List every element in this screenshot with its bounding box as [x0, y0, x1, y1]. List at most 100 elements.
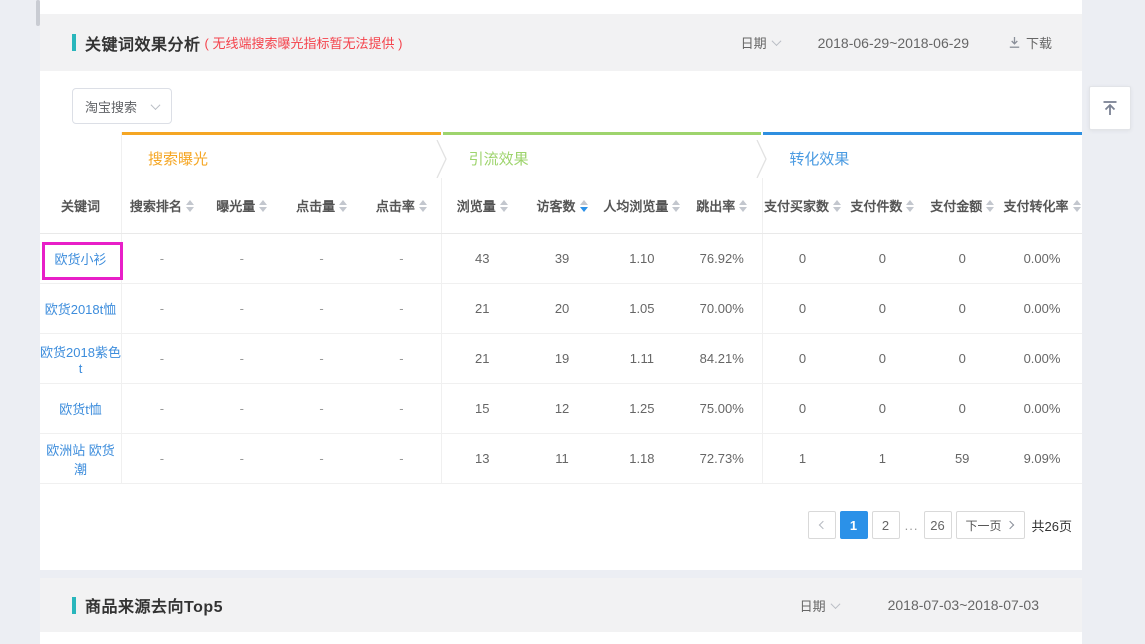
- column-header-搜索排名[interactable]: 搜索排名: [122, 178, 202, 233]
- table-cell: 43: [442, 234, 522, 283]
- keyword-link[interactable]: 欧货2018紫色t: [40, 334, 122, 383]
- table-cell: -: [122, 234, 202, 283]
- date-filter[interactable]: 日期: [800, 596, 839, 615]
- sort-asc-icon: [419, 200, 427, 205]
- sort-carets-icon[interactable]: [580, 200, 588, 212]
- table-cell: 0: [842, 334, 922, 383]
- total-pages-label: 共26页: [1032, 516, 1072, 535]
- column-header-label: 曝光量: [216, 196, 255, 215]
- search-channel-dropdown[interactable]: 淘宝搜索: [72, 88, 172, 124]
- sort-asc-icon: [580, 200, 588, 205]
- table-cell: 0.00%: [1002, 384, 1082, 433]
- column-header-支付金额[interactable]: 支付金额: [922, 178, 1002, 233]
- keyword-analysis-header: 关键词效果分析 ( 无线端搜索曝光指标暂无法提供 ) 日期 2018-06-29…: [40, 14, 1082, 71]
- column-header-label: 跳出率: [696, 196, 735, 215]
- column-header-跳出率[interactable]: 跳出率: [682, 178, 763, 233]
- sort-carets-icon[interactable]: [259, 200, 267, 212]
- chevron-left-icon: [819, 521, 827, 529]
- column-header-label: 支付转化率: [1004, 196, 1069, 215]
- keyword-link[interactable]: 欧货2018t恤: [40, 284, 122, 333]
- column-header-label: 支付件数: [850, 196, 902, 215]
- sort-asc-icon: [339, 200, 347, 205]
- sort-carets-icon[interactable]: [739, 200, 747, 212]
- column-header-支付转化率[interactable]: 支付转化率: [1002, 178, 1082, 233]
- column-header-支付件数[interactable]: 支付件数: [842, 178, 922, 233]
- sort-desc-icon: [1073, 207, 1081, 212]
- section-note: ( 无线端搜索曝光指标暂无法提供 ): [205, 33, 403, 52]
- table-cell: -: [202, 234, 282, 283]
- sort-desc-icon: [500, 207, 508, 212]
- table-row: 欧货2018紫色t----21191.1184.21%0000.00%: [40, 334, 1082, 384]
- table-cell: 75.00%: [682, 384, 763, 433]
- group-separator-icon: [756, 140, 768, 178]
- table-cell: -: [361, 434, 442, 483]
- sort-carets-icon[interactable]: [339, 200, 347, 212]
- sort-carets-icon[interactable]: [1073, 200, 1081, 212]
- sort-asc-icon: [259, 200, 267, 205]
- date-filter-label: 日期: [741, 33, 767, 52]
- column-header-点击量[interactable]: 点击量: [282, 178, 362, 233]
- column-header-曝光量[interactable]: 曝光量: [202, 178, 282, 233]
- sort-desc-icon: [186, 207, 194, 212]
- table-cell: 0: [763, 384, 843, 433]
- sort-carets-icon[interactable]: [986, 200, 994, 212]
- column-header-人均浏览量[interactable]: 人均浏览量: [602, 178, 682, 233]
- table-cell: 20: [522, 284, 602, 333]
- date-range-value: 2018-06-29~2018-06-29: [818, 35, 969, 51]
- sort-asc-icon: [1073, 200, 1081, 205]
- group-spacer: [40, 132, 122, 178]
- table-cell: 21: [442, 284, 522, 333]
- column-group-row: 搜索曝光引流效果转化效果: [40, 132, 1082, 178]
- page-button-1[interactable]: 1: [840, 511, 868, 539]
- column-group-1: 搜索曝光: [122, 132, 441, 178]
- table-cell: -: [202, 384, 282, 433]
- chevron-down-icon: [771, 36, 781, 46]
- sort-carets-icon[interactable]: [500, 200, 508, 212]
- prev-page-button[interactable]: [808, 511, 836, 539]
- sort-carets-icon[interactable]: [833, 200, 841, 212]
- download-button[interactable]: 下载: [1008, 33, 1052, 52]
- column-header-label: 支付买家数: [764, 196, 829, 215]
- column-header-支付买家数[interactable]: 支付买家数: [763, 178, 843, 233]
- table-row: 欧货t恤----15121.2575.00%0000.00%: [40, 384, 1082, 434]
- table-row: 欧货2018t恤----21201.0570.00%0000.00%: [40, 284, 1082, 334]
- sort-desc-icon: [419, 207, 427, 212]
- page-button-2[interactable]: 2: [872, 511, 900, 539]
- previous-card-bottom: [40, 0, 1082, 14]
- filter-row: 淘宝搜索: [40, 71, 1082, 132]
- column-header-label: 搜索排名: [130, 196, 182, 215]
- table-cell: 84.21%: [682, 334, 763, 383]
- column-header-浏览量[interactable]: 浏览量: [442, 178, 522, 233]
- column-header-访客数[interactable]: 访客数: [522, 178, 602, 233]
- group-separator-icon: [436, 140, 448, 178]
- page-button-26[interactable]: 26: [924, 511, 952, 539]
- next-page-button[interactable]: 下一页: [956, 511, 1025, 539]
- chevron-right-icon: [1005, 521, 1013, 529]
- keyword-link[interactable]: 欧货小衫: [40, 234, 122, 283]
- download-icon: [1008, 36, 1021, 49]
- table-cell: 72.73%: [682, 434, 763, 483]
- sort-carets-icon[interactable]: [672, 200, 680, 212]
- source-top5-header: 商品来源去向Top5 日期 2018-07-03~2018-07-03: [40, 578, 1082, 632]
- back-to-top-button[interactable]: [1089, 86, 1131, 130]
- chevron-down-icon: [151, 100, 161, 110]
- keyword-link[interactable]: 欧洲站 欧货潮: [40, 434, 122, 483]
- sort-carets-icon[interactable]: [419, 200, 427, 212]
- sort-carets-icon[interactable]: [906, 200, 914, 212]
- date-filter-label: 日期: [800, 596, 826, 615]
- sort-carets-icon[interactable]: [186, 200, 194, 212]
- dropdown-value: 淘宝搜索: [85, 97, 137, 116]
- column-header-点击率[interactable]: 点击率: [361, 178, 442, 233]
- date-filter[interactable]: 日期: [741, 33, 780, 52]
- table-cell: 0: [763, 284, 843, 333]
- table-cell: 0: [842, 284, 922, 333]
- column-header-label: 浏览量: [457, 196, 496, 215]
- column-header-label: 支付金额: [930, 196, 982, 215]
- column-header-label: 点击率: [376, 196, 415, 215]
- table-cell: -: [361, 284, 442, 333]
- keyword-link[interactable]: 欧货t恤: [40, 384, 122, 433]
- download-label: 下载: [1026, 33, 1052, 52]
- table-cell: -: [122, 384, 202, 433]
- sort-asc-icon: [500, 200, 508, 205]
- sort-desc-icon: [833, 207, 841, 212]
